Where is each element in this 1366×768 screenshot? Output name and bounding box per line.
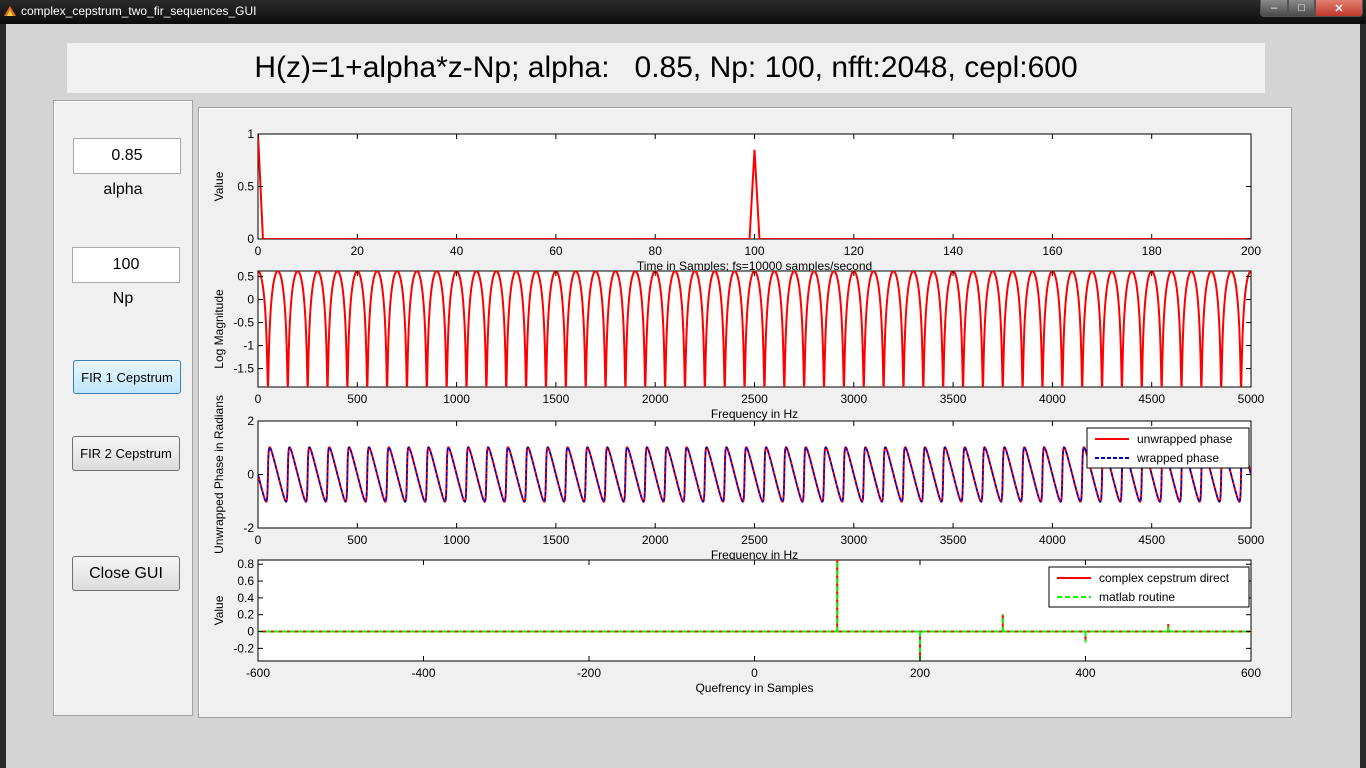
y-axis-label: Unwrapped Phase in Radians (212, 395, 226, 554)
y-tick-label: 0.6 (237, 574, 254, 588)
y-tick-label: 1 (247, 127, 254, 141)
close-window-button[interactable]: ✕ (1315, 0, 1363, 17)
x-tick-label: 1000 (443, 533, 470, 547)
close-icon: ✕ (1334, 2, 1344, 15)
y-tick-label: 0 (247, 468, 254, 482)
x-tick-label: 140 (943, 244, 963, 258)
close-gui-button[interactable]: Close GUI (72, 556, 180, 591)
minimize-icon: – (1270, 2, 1278, 14)
x-tick-label: 3000 (840, 392, 867, 406)
x-tick-label: 200 (1241, 244, 1261, 258)
legend-label: complex cepstrum direct (1099, 571, 1230, 585)
y-tick-label: 0.8 (237, 557, 254, 571)
matlab-icon (4, 6, 16, 16)
y-tick-label: -0.5 (233, 316, 254, 330)
x-axis-label: Frequency in Hz (711, 407, 798, 421)
x-tick-label: 4000 (1039, 533, 1066, 547)
window-frame-right (1360, 24, 1366, 768)
x-tick-label: -200 (577, 666, 601, 680)
y-tick-label: -2 (243, 521, 254, 535)
legend-label: unwrapped phase (1137, 432, 1233, 446)
alpha-label: alpha (103, 181, 143, 198)
x-tick-label: 20 (351, 244, 365, 258)
x-tick-label: 0 (255, 392, 262, 406)
x-tick-label: 0 (751, 666, 758, 680)
plots-svg: 0 20 40 60 80 100 120 140 160 180 20000.51Time in … (212, 127, 1265, 695)
x-tick-label: 5000 (1238, 533, 1265, 547)
x-tick-label: 0 (255, 533, 262, 547)
x-tick-label: 120 (844, 244, 864, 258)
legend: complex cepstrum direct matlab routine (1048, 566, 1250, 608)
legend-label: matlab routine (1099, 590, 1175, 604)
y-tick-label: -1.5 (233, 362, 254, 376)
x-tick-label: 160 (1042, 244, 1062, 258)
alpha-input[interactable]: 0.85 (73, 138, 181, 174)
header-panel: H(z)=1+alpha*z-Np; alpha: 0.85, Np: 100,… (67, 43, 1265, 93)
y-axis-label: Log Magnitude (212, 289, 226, 369)
axes-2: 0 500 1000 1500 2000 2500 3000 3500 4000 4500 5000… (212, 270, 1265, 421)
y-tick-label: -0.2 (233, 641, 254, 655)
y-tick-label: -1 (243, 339, 254, 353)
fir1-cepstrum-button[interactable]: FIR 1 Cepstrum (73, 360, 181, 394)
legend: unwrapped phase wrapped phase (1086, 427, 1250, 469)
fir2-cepstrum-button[interactable]: FIR 2 Cepstrum (72, 436, 180, 471)
x-tick-label: 2500 (741, 533, 768, 547)
x-tick-label: 40 (450, 244, 464, 258)
x-tick-label: 200 (910, 666, 930, 680)
title-bar: complex_cepstrum_two_fir_sequences_GUI –… (0, 0, 1366, 24)
y-tick-label: 0.2 (237, 608, 254, 622)
x-tick-label: 60 (549, 244, 563, 258)
y-tick-label: 0 (247, 293, 254, 307)
x-tick-label: 4500 (1138, 533, 1165, 547)
x-tick-label: 600 (1241, 666, 1261, 680)
y-tick-label: 0.5 (237, 180, 254, 194)
x-tick-label: 500 (347, 533, 367, 547)
y-axis-label: Value (212, 595, 226, 625)
y-tick-label: 0 (247, 232, 254, 246)
plot-panel: 0 20 40 60 80 100 120 140 160 180 200 0 0.5 1 Time in … (198, 107, 1292, 718)
x-tick-label: -400 (411, 666, 435, 680)
x-tick-label: 100 (744, 244, 764, 258)
x-tick-label: 2000 (642, 392, 669, 406)
y-tick-label: 0.5 (237, 270, 254, 284)
x-tick-label: 0 (255, 244, 262, 258)
x-tick-label: 500 (347, 392, 367, 406)
x-tick-label: 2500 (741, 392, 768, 406)
x-tick-label: 3000 (840, 533, 867, 547)
y-tick-label: 0.4 (237, 591, 254, 605)
x-tick-label: 2000 (642, 533, 669, 547)
axes-1: 0 20 40 60 80 100 120 140 160 180 20000.51Time in … (212, 127, 1261, 273)
x-tick-label: 180 (1142, 244, 1162, 258)
control-panel: 0.85 alpha 100 Np FIR 1 Cepstrum FIR 2 C… (53, 100, 193, 716)
x-tick-label: 3500 (940, 533, 967, 547)
axes-4: -600 -400 -200 0 200 400 600 -0.2 0 0.2 0.4 0.6 0.8 Q… (212, 557, 1261, 695)
x-tick-label: 4500 (1138, 392, 1165, 406)
x-tick-label: 1500 (543, 533, 570, 547)
minimize-button[interactable]: – (1260, 0, 1288, 17)
y-tick-label: 0 (247, 625, 254, 639)
maximize-button[interactable]: □ (1288, 0, 1315, 17)
np-input[interactable]: 100 (72, 247, 180, 283)
y-axis-label: Value (212, 171, 226, 201)
x-tick-label: 1000 (443, 392, 470, 406)
x-axis-label: Quefrency in Samples (695, 681, 813, 695)
x-tick-label: 3500 (940, 392, 967, 406)
np-label: Np (112, 290, 134, 307)
x-tick-label: 400 (1075, 666, 1095, 680)
header-text: H(z)=1+alpha*z-Np; alpha: 0.85, Np: 100,… (254, 51, 1078, 84)
x-tick-label: 80 (649, 244, 663, 258)
x-tick-label: 1500 (543, 392, 570, 406)
x-tick-label: 5000 (1238, 392, 1265, 406)
x-tick-label: -600 (246, 666, 270, 680)
y-tick-label: 2 (247, 414, 254, 428)
maximize-icon: □ (1298, 2, 1305, 14)
window-title: complex_cepstrum_two_fir_sequences_GUI (21, 4, 257, 18)
legend-label: wrapped phase (1136, 451, 1219, 465)
x-tick-label: 4000 (1039, 392, 1066, 406)
